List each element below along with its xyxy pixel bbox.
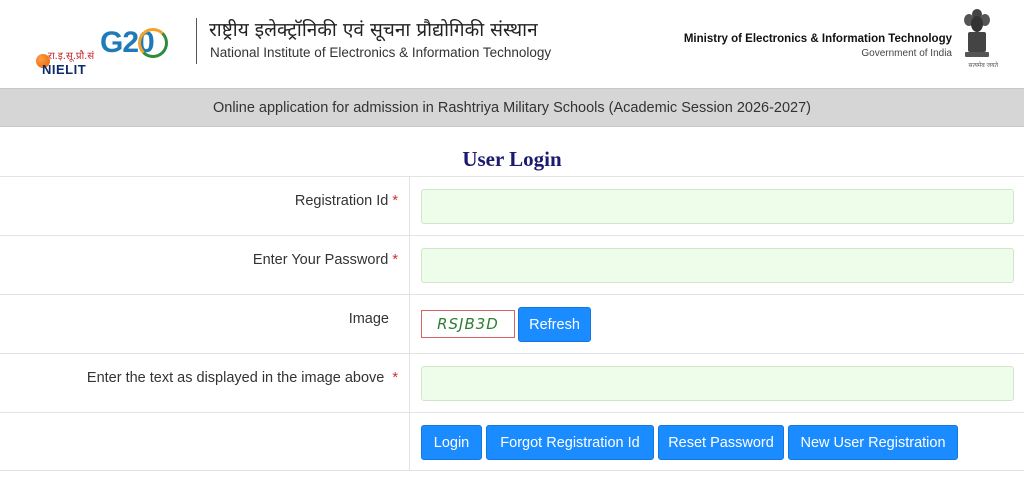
registration-id-input[interactable] xyxy=(421,189,1014,224)
captcha-input-label: Enter the text as displayed in the image… xyxy=(86,370,398,386)
lotus-icon xyxy=(138,28,168,58)
hindi-title: राष्ट्रीय इलेक्ट्रॉनिकी एवं सूचना प्रौद्… xyxy=(209,19,538,41)
english-title: National Institute of Electronics & Info… xyxy=(210,45,552,60)
password-input[interactable] xyxy=(421,248,1014,283)
ministry-block: Ministry of Electronics & Information Te… xyxy=(684,33,952,59)
emblem-motto: सत्यमेव जयते xyxy=(968,62,998,69)
site-header: रा.इ.सू.प्रौ.सं NIELIT G20 राष्ट्रीय इले… xyxy=(0,0,1024,88)
required-marker: * xyxy=(392,193,398,209)
national-emblem-icon xyxy=(964,9,990,57)
image-label: Image xyxy=(348,311,389,327)
ministry-gov: Government of India xyxy=(861,48,952,59)
captcha-input-row: Enter the text as displayed in the image… xyxy=(0,353,1024,412)
admission-banner: Online application for admission in Rash… xyxy=(0,88,1024,127)
column-divider xyxy=(409,177,410,235)
captcha-input[interactable] xyxy=(421,366,1014,401)
ministry-name: Ministry of Electronics & Information Te… xyxy=(683,33,952,45)
forgot-registration-button[interactable]: Forgot Registration Id xyxy=(486,425,654,460)
actions-row: Login Forgot Registration Id Reset Passw… xyxy=(0,412,1024,471)
login-form: Registration Id * Enter Your Password * Im… xyxy=(0,176,1024,471)
password-row: Enter Your Password * xyxy=(0,235,1024,294)
new-user-registration-button[interactable]: New User Registration xyxy=(788,425,958,460)
nielit-hindi-abbr: रा.इ.सू.प्रौ.सं xyxy=(48,51,95,62)
required-marker: * xyxy=(392,252,398,268)
refresh-button[interactable]: Refresh xyxy=(518,307,591,342)
reset-password-button[interactable]: Reset Password xyxy=(658,425,784,460)
column-divider xyxy=(409,413,410,470)
header-divider xyxy=(196,18,197,64)
column-divider xyxy=(409,295,410,353)
captcha-image-row: Image RSJB3D Refresh xyxy=(0,294,1024,353)
registration-label: Registration Id * xyxy=(294,193,398,209)
password-label: Enter Your Password * xyxy=(252,252,398,268)
page-title: User Login xyxy=(462,147,562,171)
required-marker: * xyxy=(392,370,398,386)
nielit-abbr: NIELIT xyxy=(42,62,87,77)
registration-row: Registration Id * xyxy=(0,176,1024,235)
captcha-image: RSJB3D xyxy=(421,310,515,338)
captcha-text: RSJB3D xyxy=(437,315,499,333)
login-button[interactable]: Login xyxy=(421,425,482,460)
column-divider xyxy=(409,354,410,412)
banner-text: Online application for admission in Rash… xyxy=(212,99,811,116)
column-divider xyxy=(409,236,410,294)
